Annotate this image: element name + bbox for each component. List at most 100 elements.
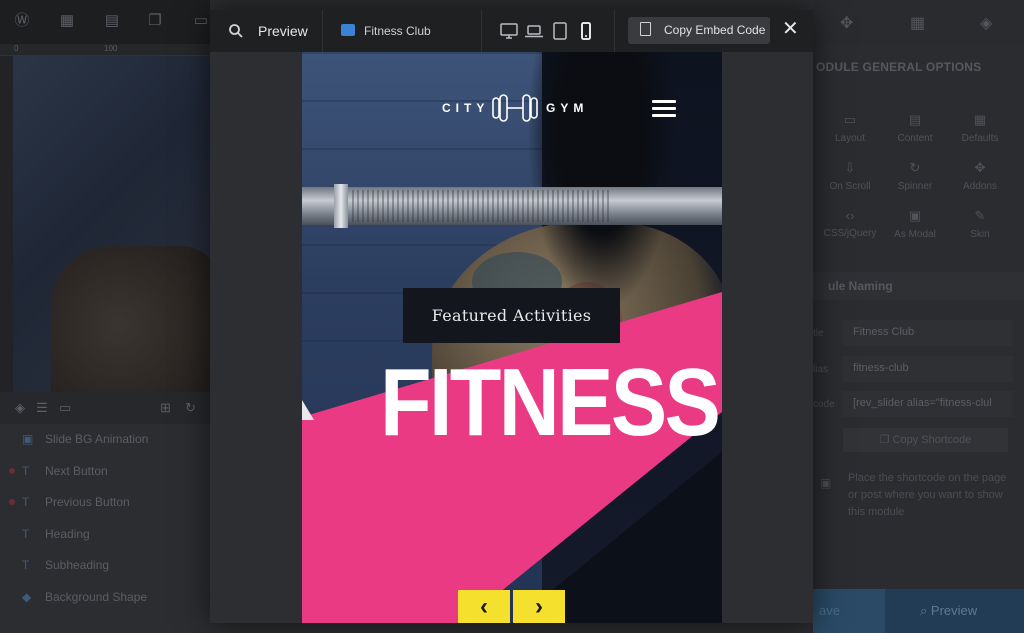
- divider: [481, 10, 482, 52]
- option-spinner[interactable]: ↻ Spinner: [880, 160, 950, 192]
- layer-item[interactable]: ▣ Slide BG Animation: [0, 424, 210, 455]
- naming-section[interactable]: ule Naming: [813, 272, 1024, 300]
- option-label: On Scroll: [829, 181, 871, 192]
- shortcode-note: Place the shortcode on the page or post …: [848, 472, 1007, 518]
- field-label: lias: [813, 364, 829, 375]
- shortcode-field[interactable]: [rev_slider alias="fitness-clul: [843, 391, 1013, 417]
- preview-modal: Preview Fitness Club Copy Embed Code ✕ C…: [210, 10, 813, 623]
- layer-item[interactable]: T Previous Button: [0, 487, 210, 518]
- layers-icon[interactable]: ◈: [15, 400, 25, 416]
- text-icon: T: [22, 495, 30, 510]
- layer-item[interactable]: T Next Button: [0, 456, 210, 487]
- tablet-icon[interactable]: [550, 21, 570, 41]
- code-icon: ‹›: [845, 208, 855, 223]
- hamburger-menu-icon[interactable]: [652, 100, 676, 118]
- option-on-scroll[interactable]: ⇩ On Scroll: [815, 160, 885, 192]
- option-label: Skin: [970, 229, 990, 240]
- copy-shortcode-label: Copy Shortcode: [892, 434, 972, 446]
- previous-button[interactable]: ‹: [458, 590, 510, 623]
- spinner-icon: ↻: [909, 160, 921, 175]
- comment-icon: ▣: [820, 476, 832, 490]
- desktop-icon[interactable]: [499, 21, 519, 41]
- layer-label: Next Button: [45, 463, 108, 478]
- layer-label: Background Shape: [45, 590, 148, 604]
- grid-icon[interactable]: ▦: [910, 13, 925, 33]
- addons-icon: ✥: [974, 160, 986, 175]
- text-icon: T: [22, 463, 30, 478]
- modal-toolbar: Preview Fitness Club Copy Embed Code ✕: [210, 10, 813, 52]
- defaults-icon: ▦: [973, 112, 987, 127]
- layer-label: Heading: [45, 526, 90, 541]
- layer-label: Previous Button: [45, 495, 130, 510]
- text-icon: T: [22, 526, 30, 541]
- barbell-knurl: [352, 190, 612, 222]
- mobile-slide-preview: CITY GYM Featured Activities FITNESS ‹ ›: [302, 52, 722, 623]
- skin-icon: ✎: [974, 208, 986, 223]
- shape-icon: ◆: [22, 590, 32, 604]
- option-content[interactable]: ▤ Content: [880, 112, 950, 144]
- copy-icon[interactable]: ❐: [146, 12, 164, 30]
- layer-item[interactable]: T Heading: [0, 519, 210, 550]
- layer-label: Subheading: [45, 558, 110, 573]
- folder-icon[interactable]: ▭: [59, 400, 71, 416]
- option-defaults[interactable]: ▦ Defaults: [945, 112, 1015, 144]
- status-dot: [9, 467, 15, 474]
- divider: [322, 10, 323, 52]
- phone-icon[interactable]: [576, 21, 596, 41]
- laptop-icon[interactable]: [524, 21, 544, 41]
- text-icon: T: [22, 558, 30, 573]
- option-layout[interactable]: ▭ Layout: [815, 112, 885, 144]
- next-button[interactable]: ›: [513, 590, 565, 623]
- redo-icon[interactable]: ↻: [185, 400, 196, 416]
- section-title: ule Naming: [828, 279, 893, 293]
- option-label: CSS/jQuery: [823, 228, 877, 239]
- preview-button-label: Preview: [930, 603, 978, 618]
- copy-embed-label: Copy Embed Code: [664, 23, 766, 37]
- title-field[interactable]: Fitness Club: [843, 320, 1013, 346]
- option-skin[interactable]: ✎ Skin: [945, 208, 1015, 240]
- option-css-jquery[interactable]: ‹› CSS/jQuery: [815, 208, 885, 239]
- option-label: Spinner: [897, 181, 933, 192]
- monitor-icon[interactable]: ▭: [192, 12, 210, 30]
- option-label: Layout: [834, 133, 866, 144]
- copy-shortcode-button[interactable]: ❐ Copy Shortcode: [843, 428, 1008, 452]
- save-button[interactable]: ave: [813, 589, 885, 633]
- close-icon[interactable]: ✕: [782, 19, 799, 39]
- option-label: Content: [897, 133, 933, 144]
- status-dot: [9, 499, 15, 506]
- panel-title: ODULE GENERAL OPTIONS: [816, 60, 982, 74]
- search-icon: [229, 24, 243, 38]
- option-label: Addons: [963, 181, 997, 192]
- option-label: As Modal: [894, 229, 936, 240]
- slider-name: Fitness Club: [364, 24, 431, 38]
- preview-title: Preview: [258, 23, 308, 39]
- ruler-mark: 0: [14, 44, 19, 53]
- barbell-collar: [334, 184, 348, 228]
- slides-icon[interactable]: ▤: [103, 12, 121, 30]
- ruler: 0 100: [0, 44, 210, 56]
- layout-icon: ▭: [843, 112, 857, 127]
- preview-button[interactable]: ⌕ Preview: [885, 589, 1024, 633]
- option-addons[interactable]: ✥ Addons: [945, 160, 1015, 192]
- grid-icon[interactable]: ▦: [58, 12, 76, 30]
- clipboard-icon: [640, 22, 651, 36]
- option-label: Defaults: [961, 133, 999, 144]
- layer-item[interactable]: T Subheading: [0, 550, 210, 581]
- layer-tools: ◈ ☰ ▭ ⊞ ↻: [0, 392, 210, 424]
- scroll-icon: ⇩: [844, 160, 856, 175]
- option-as-modal[interactable]: ▣ As Modal: [880, 208, 950, 240]
- city-gym-logo[interactable]: CITY GYM: [442, 94, 583, 122]
- list-icon[interactable]: ☰: [36, 400, 48, 416]
- layer-label: Slide BG Animation: [45, 432, 149, 446]
- slide-canvas[interactable]: [13, 56, 210, 392]
- logo-text-left: CITY: [442, 101, 490, 115]
- wordpress-icon[interactable]: Ⓦ: [13, 12, 31, 30]
- image-icon: ▣: [22, 432, 34, 446]
- alias-field[interactable]: fitness-club: [843, 356, 1013, 382]
- layer-item[interactable]: ◆ Background Shape: [0, 582, 210, 613]
- modal-icon: ▣: [908, 208, 922, 223]
- hair: [527, 52, 677, 312]
- align-icon[interactable]: ⊞: [160, 400, 171, 416]
- layers-icon[interactable]: ◈: [980, 13, 992, 33]
- addons-icon[interactable]: ✥: [840, 13, 853, 33]
